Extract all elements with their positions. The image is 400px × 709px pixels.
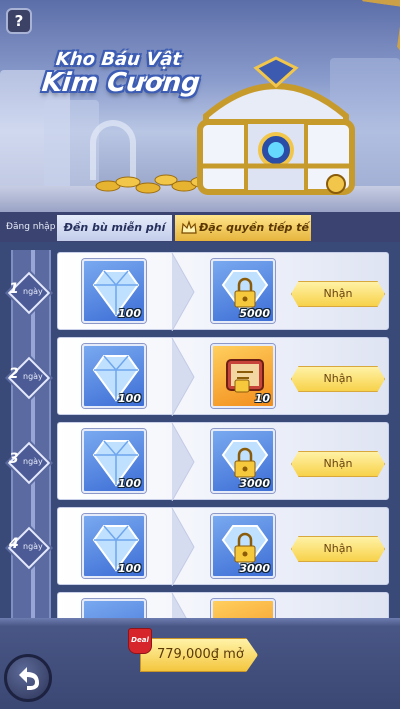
claim-button[interactable]: Nhận (291, 366, 385, 392)
chevron-right-icon (171, 253, 195, 331)
day-marker: 1 ngày (7, 271, 51, 315)
tab-bar: Đăng nhập Đền bù miễn phí Đặc quyền tiếp… (0, 212, 400, 242)
free-reward-item[interactable]: 100 (82, 259, 146, 323)
crown-icon (181, 220, 197, 234)
chevron-right-icon (171, 508, 195, 586)
claim-button[interactable]: Nhận (291, 451, 385, 477)
banner-title-line1: Kho Báu Vật (54, 49, 183, 70)
chevron-right-icon (171, 338, 195, 416)
tab-supply-privilege-label: Đặc quyền tiếp tế (199, 221, 309, 234)
day-marker: 2 ngày (7, 356, 51, 400)
day-marker: 4 ngày (7, 526, 51, 570)
locked-reward-item[interactable]: 5000 (211, 259, 275, 323)
reward-row: 100 3000 Nhận (57, 422, 389, 501)
back-button[interactable] (4, 654, 52, 702)
treasure-chest-icon (197, 56, 355, 195)
reward-list[interactable]: 1 ngày 2 ngày 3 ngày 4 ngày 100 5000 Nhậ… (0, 242, 400, 618)
claim-button[interactable]: Nhận (291, 536, 385, 562)
purchase-unlock-button[interactable]: 779,000₫ mở (140, 638, 258, 672)
tab-login[interactable]: Đăng nhập (6, 212, 55, 242)
chevron-right-icon (171, 593, 187, 618)
locked-reward-item[interactable] (211, 599, 275, 618)
tab-free-compensation[interactable]: Đền bù miễn phí (57, 215, 172, 241)
day-marker: 3 ngày (7, 441, 51, 485)
locked-reward-item[interactable]: 3000 (211, 514, 275, 578)
reward-row: 100 3000 Nhận (57, 507, 389, 586)
back-arrow-icon (19, 667, 39, 690)
locked-reward-item[interactable]: 10 (211, 344, 275, 408)
corner-ornament (346, 0, 400, 58)
locked-reward-item[interactable]: 3000 (211, 429, 275, 493)
claim-button[interactable]: Nhận (291, 281, 385, 307)
chevron-right-icon (171, 423, 195, 501)
free-reward-item[interactable]: 100 (82, 344, 146, 408)
free-reward-item[interactable]: 100 (82, 429, 146, 493)
reward-row: 100 5000 Nhận (57, 252, 389, 331)
header-banner: ? Kho Báu Vật Kim Cương (0, 0, 400, 212)
help-button[interactable]: ? (6, 8, 32, 34)
footer-bar: 779,000₫ mở Deal (0, 618, 400, 709)
reward-row: 100 10 Nhận (57, 337, 389, 416)
banner-title-line2: Kim Cương (40, 68, 202, 98)
reward-row-partial (57, 592, 389, 618)
free-reward-item[interactable]: 100 (82, 514, 146, 578)
free-reward-item[interactable] (82, 599, 146, 618)
tab-supply-privilege[interactable]: Đặc quyền tiếp tế (175, 215, 311, 241)
deal-badge: Deal (128, 628, 152, 654)
